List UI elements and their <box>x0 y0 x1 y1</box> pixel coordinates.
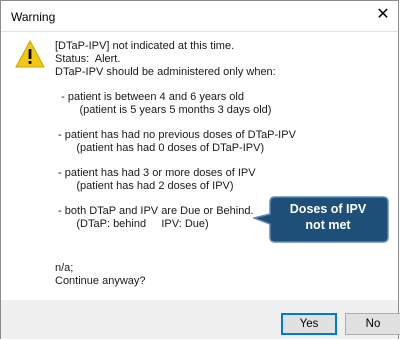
warning-dialog: Warning ✕ [DTaP-IPV] not indicated at th… <box>0 0 400 339</box>
message-line: [DTaP-IPV] not indicated at this time. <box>55 40 235 52</box>
button-bar: Yes No <box>1 301 400 339</box>
condition-detail: (patient has had 0 doses of DTaP-IPV) <box>55 142 265 154</box>
condition-detail: (patient has had 2 doses of IPV) <box>55 180 234 192</box>
message-footer-line: Continue anyway? <box>55 275 146 287</box>
message-area: [DTaP-IPV] not indicated at this time. S… <box>1 32 398 300</box>
message-footer-line: n/a; <box>55 262 74 274</box>
callout-text: Doses of IPV not met <box>269 201 387 233</box>
warning-icon <box>15 40 45 68</box>
message-line: Status: Alert. <box>55 53 121 65</box>
message-line: DTaP-IPV should be administered only whe… <box>55 66 276 78</box>
callout-annotation: Doses of IPV not met <box>253 196 389 243</box>
dialog-title: Warning <box>11 10 56 24</box>
title-bar: Warning ✕ <box>1 1 398 32</box>
condition-rule: - patient has had 3 or more doses of IPV <box>55 167 256 179</box>
callout-line: not met <box>305 218 351 232</box>
condition-detail: (patient is 5 years 5 months 3 days old) <box>55 104 272 116</box>
close-button[interactable]: ✕ <box>368 1 398 31</box>
condition-rule: - patient is between 4 and 6 years old <box>55 91 244 103</box>
callout-line: Doses of IPV <box>289 202 367 216</box>
message-text: [DTaP-IPV] not indicated at this time. S… <box>55 40 385 288</box>
condition-rule: - patient has had no previous doses of D… <box>55 129 296 141</box>
yes-button[interactable]: Yes <box>281 313 337 335</box>
no-button[interactable]: No <box>345 313 400 335</box>
